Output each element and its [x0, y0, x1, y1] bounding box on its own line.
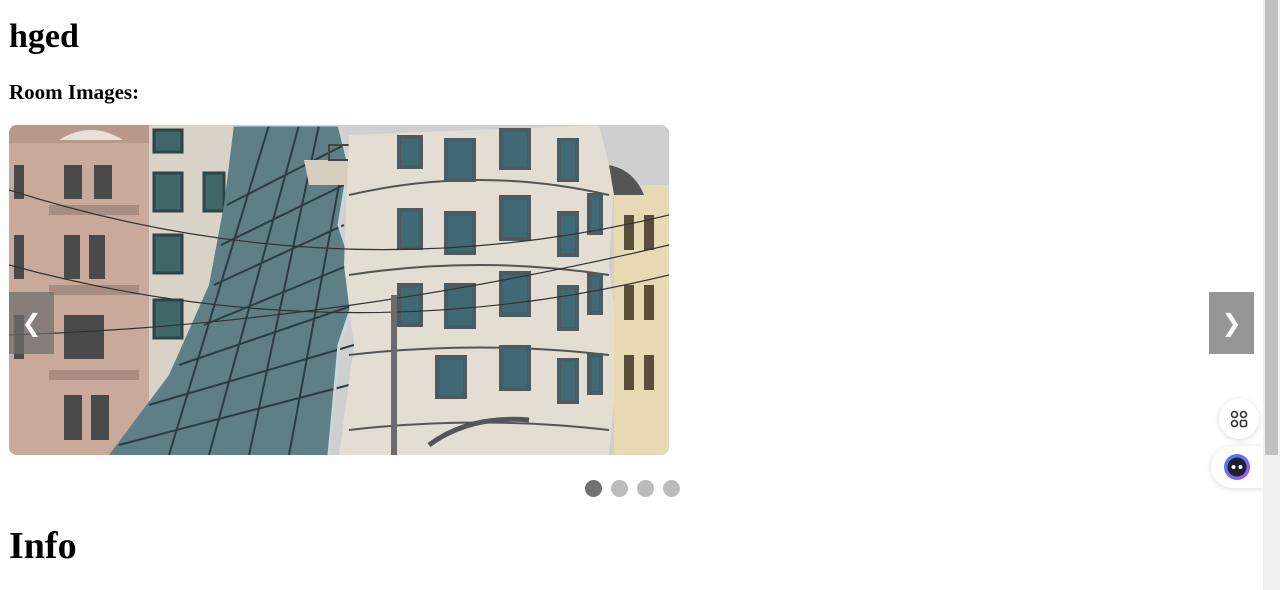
assistant-button[interactable]	[1211, 446, 1263, 488]
apps-grid-icon	[1230, 410, 1248, 428]
assistant-face-icon	[1224, 454, 1250, 480]
image-carousel: ❮ ❯	[0, 125, 1263, 455]
carousel-dot-4[interactable]	[663, 480, 680, 497]
info-heading: Info	[9, 525, 77, 567]
carousel-slide-image	[9, 125, 669, 455]
carousel-indicators	[585, 480, 680, 497]
page-title: hged	[9, 18, 79, 55]
scrollbar-thumb[interactable]	[1265, 0, 1278, 455]
carousel-dot-1[interactable]	[585, 480, 602, 497]
apps-button[interactable]	[1219, 399, 1259, 439]
carousel-next-button[interactable]: ❯	[1209, 292, 1254, 354]
page: hged Room Images: ❮ ❯ Info	[0, 0, 1280, 590]
building-photo	[9, 125, 669, 455]
carousel-dot-3[interactable]	[637, 480, 654, 497]
carousel-prev-button[interactable]: ❮	[9, 292, 54, 354]
room-images-label: Room Images:	[9, 80, 140, 104]
carousel-dot-2[interactable]	[611, 480, 628, 497]
page-scrollbar[interactable]	[1263, 0, 1280, 590]
